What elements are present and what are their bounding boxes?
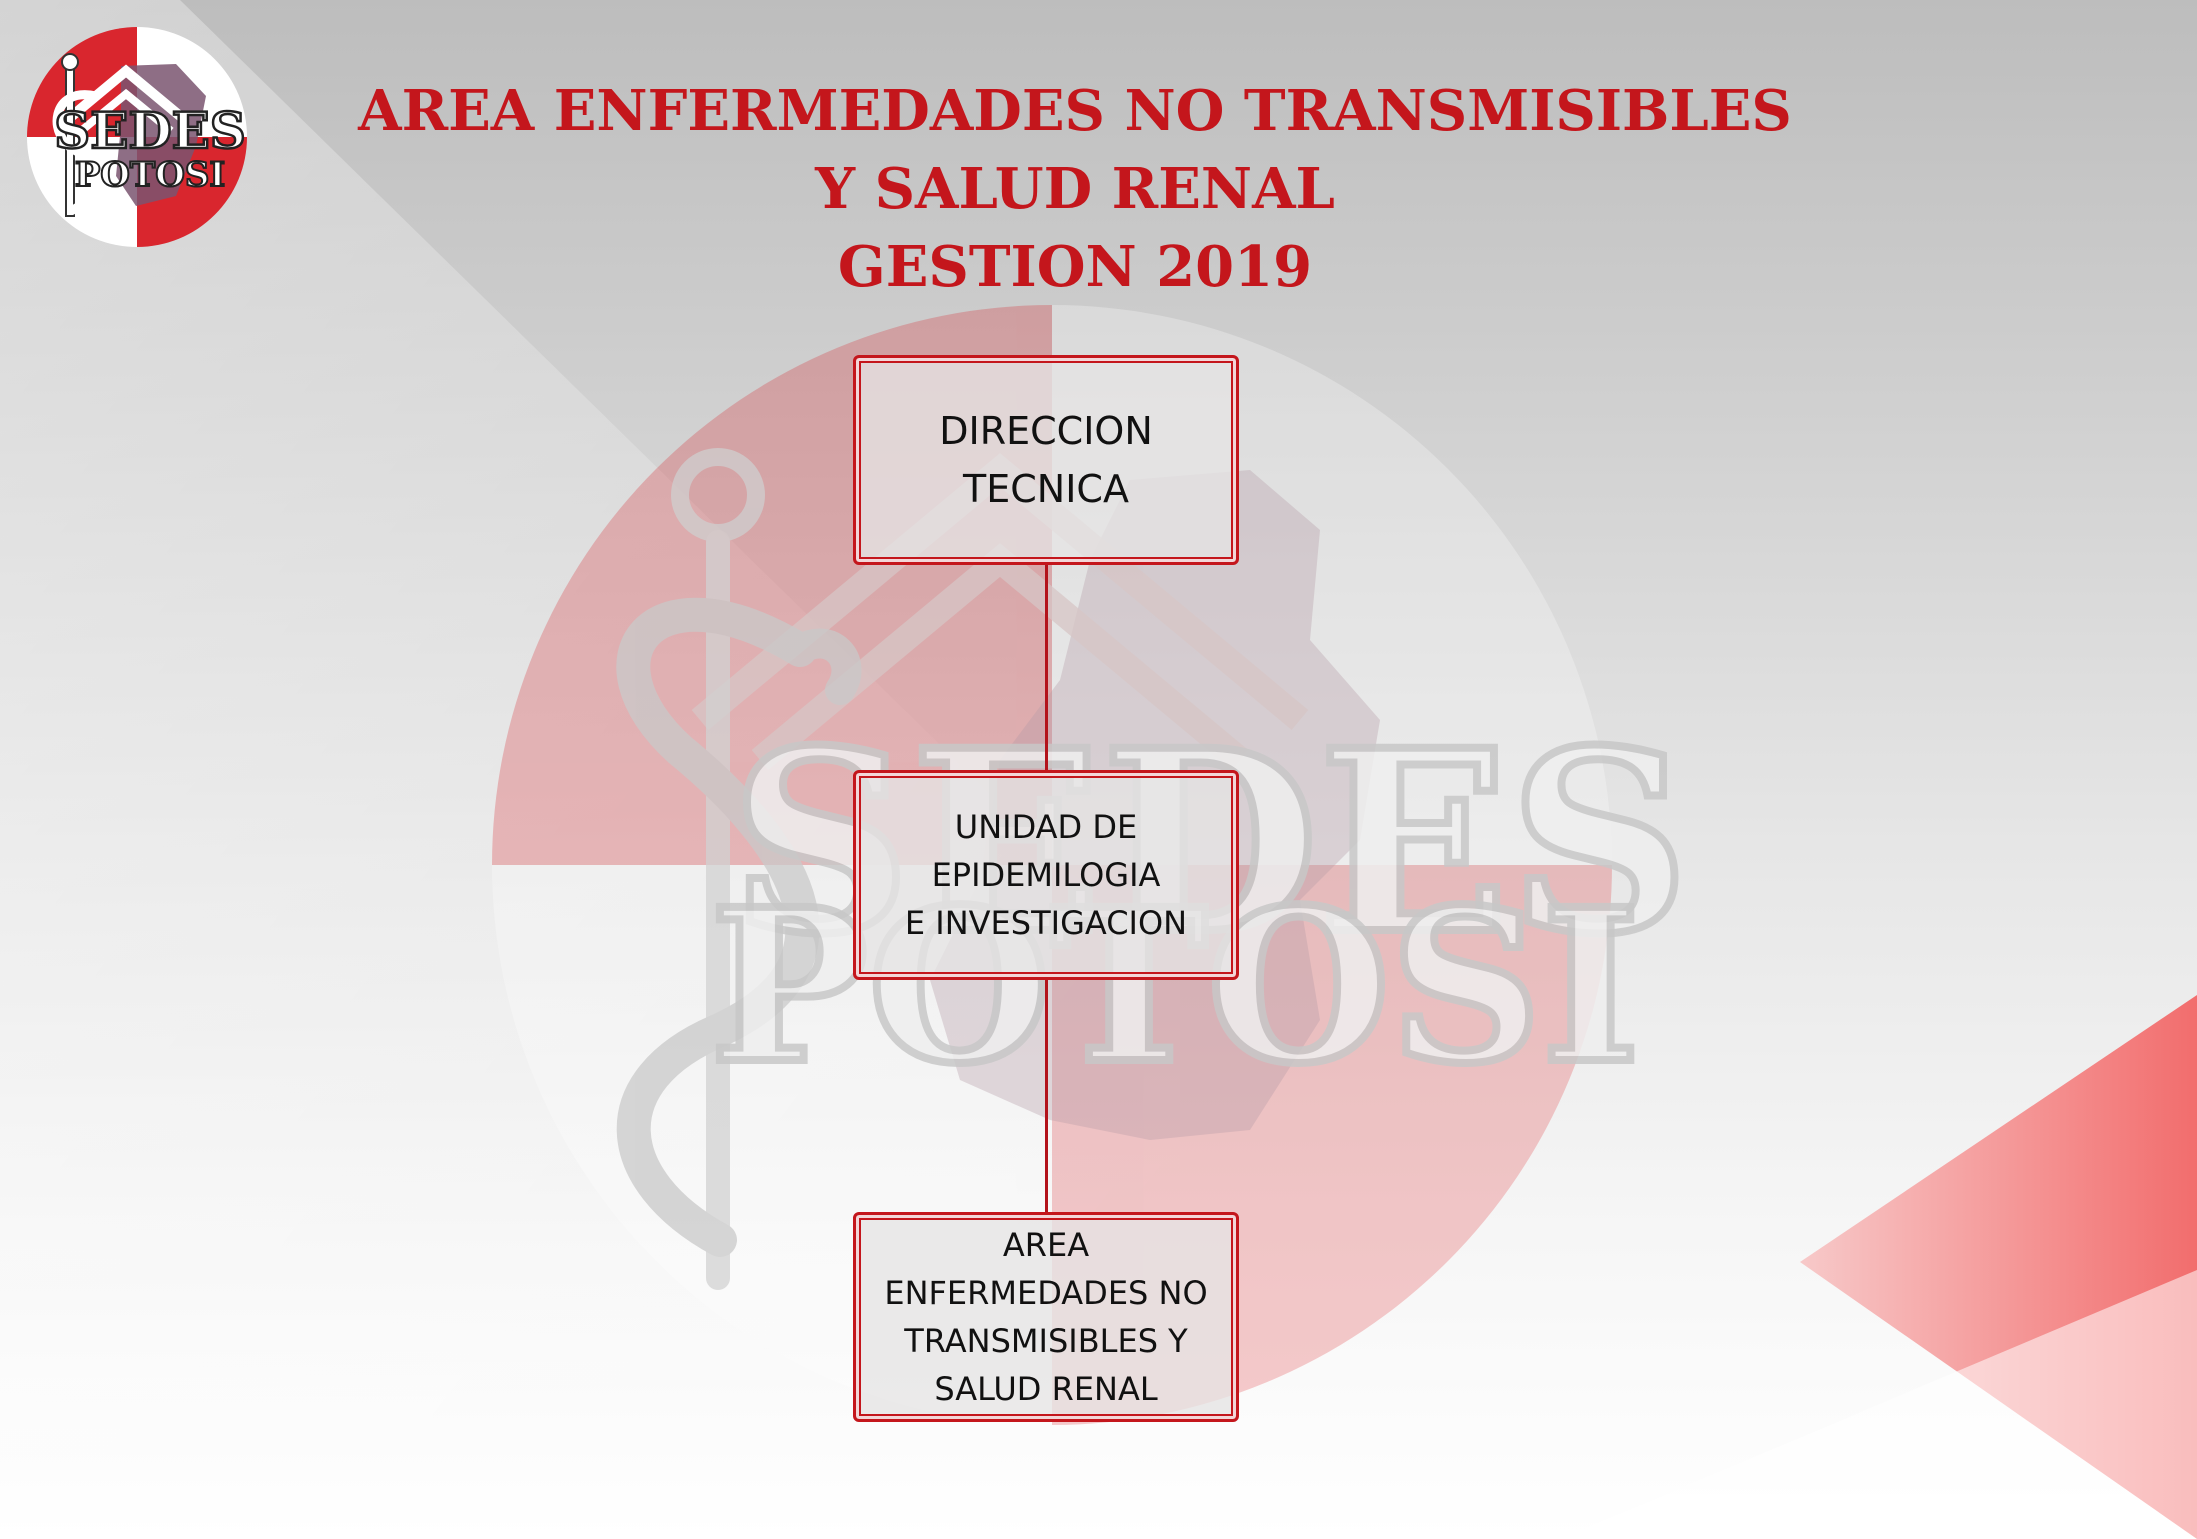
- page-title: AREA ENFERMEDADES NO TRANSMISIBLES Y SAL…: [350, 72, 1800, 306]
- node-direccion-tecnica: DIRECCION TECNICA: [853, 355, 1239, 565]
- connector-direccion-unidad: [1045, 565, 1048, 770]
- logo-text-bottom: POTOSI: [75, 155, 226, 195]
- node-label: UNIDAD DE EPIDEMILOGIA E INVESTIGACION: [904, 808, 1188, 942]
- node-unidad-epidemiologia: UNIDAD DE EPIDEMILOGIA E INVESTIGACION: [853, 770, 1239, 980]
- node-label: AREA ENFERMEDADES NO TRANSMISIBLES Y SAL…: [884, 1226, 1208, 1408]
- title-line-1: AREA ENFERMEDADES NO TRANSMISIBLES: [358, 78, 1792, 144]
- connector-unidad-area: [1045, 980, 1048, 1212]
- sedes-potosi-logo-icon: SEDES POTOSI: [27, 27, 247, 247]
- logo-text-top: SEDES: [54, 101, 246, 160]
- title-line-2: Y SALUD RENAL: [815, 156, 1335, 222]
- slide-page: SEDES POTOSI SEDES POTOSI AREA ENFERMEDA…: [0, 0, 2197, 1539]
- node-area-ent-salud-renal: AREA ENFERMEDADES NO TRANSMISIBLES Y SAL…: [853, 1212, 1239, 1422]
- title-line-3: GESTION 2019: [837, 234, 1313, 300]
- node-label: DIRECCION TECNICA: [939, 409, 1153, 511]
